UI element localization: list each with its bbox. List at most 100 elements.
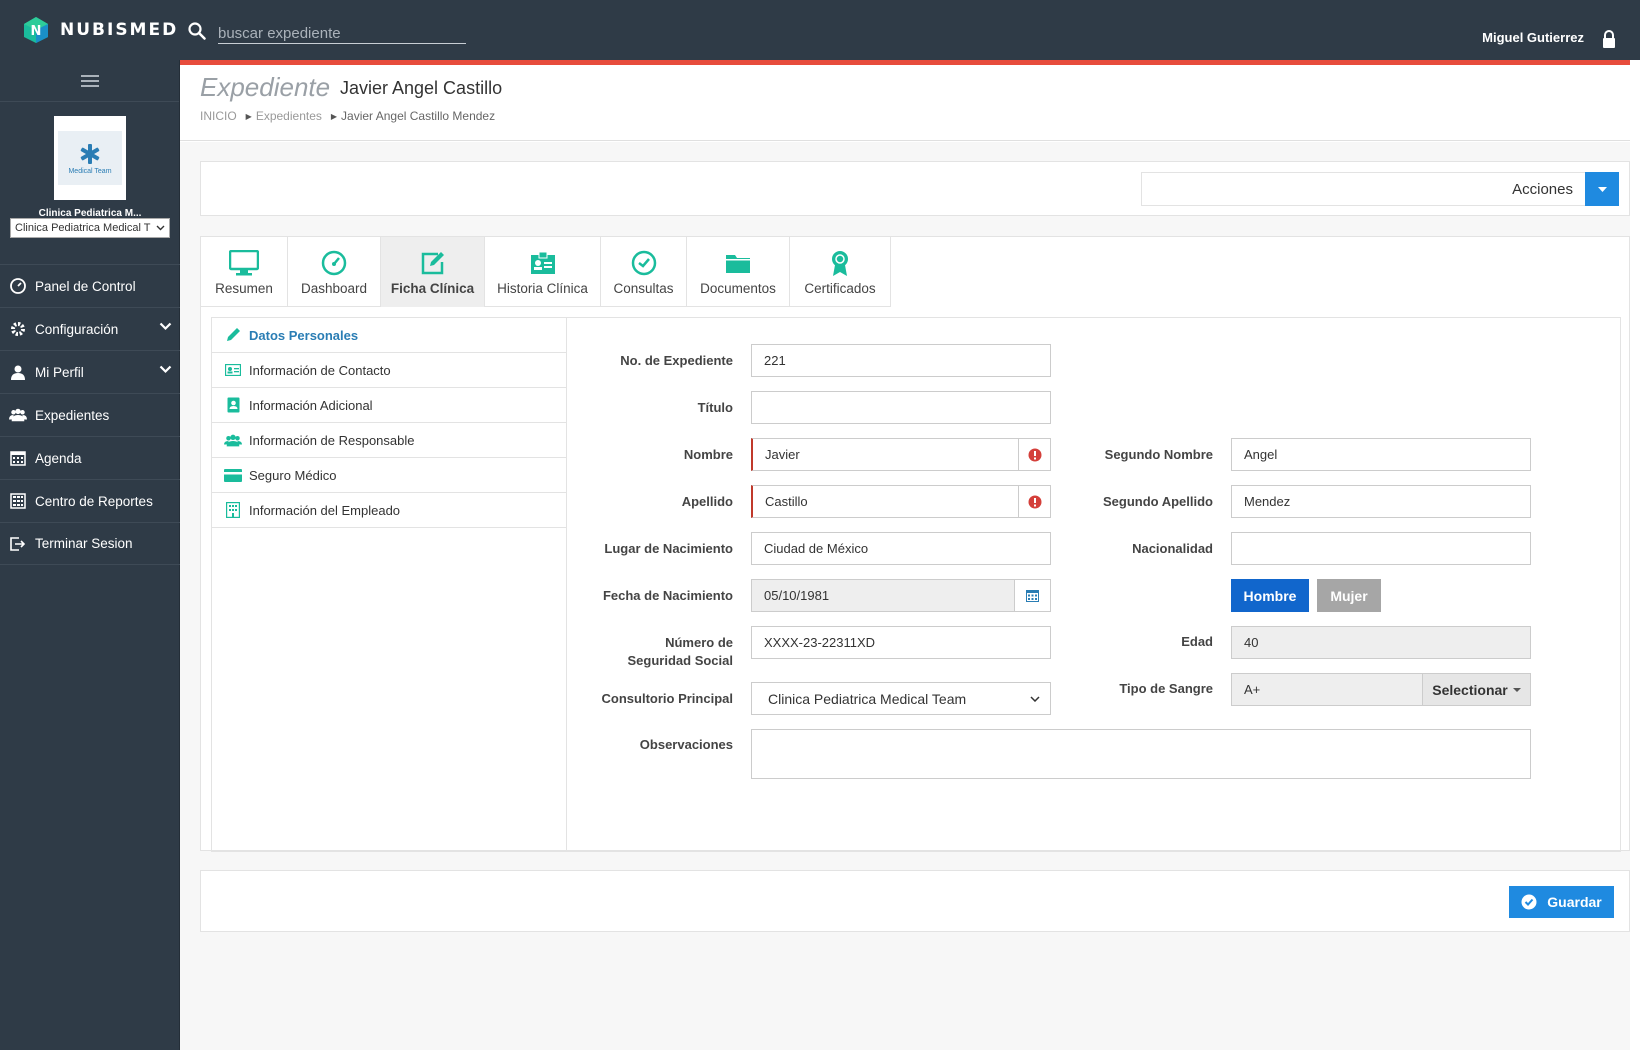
- expediente-input[interactable]: 221: [751, 344, 1051, 377]
- tab-documentos[interactable]: Documentos: [687, 237, 790, 307]
- caret-down-icon: [1597, 186, 1607, 192]
- users-icon: [9, 406, 27, 424]
- section-label: Seguro Médico: [249, 467, 337, 483]
- tab-dashboard[interactable]: Dashboard: [288, 237, 381, 307]
- observaciones-label: Observaciones: [639, 737, 733, 752]
- contact-card-icon: [224, 364, 242, 376]
- tab-consultas[interactable]: Consultas: [601, 237, 687, 307]
- observaciones-textarea[interactable]: [751, 729, 1531, 779]
- monitor-icon: [229, 249, 259, 277]
- sangre-select-button[interactable]: Selectionar: [1423, 673, 1531, 706]
- sangre-label: Tipo de Sangre: [1119, 681, 1213, 696]
- titulo-label: Título: [697, 400, 733, 415]
- page-title: Javier Angel Castillo: [340, 78, 503, 98]
- fecha-nacimiento-input[interactable]: 05/10/1981: [751, 579, 1015, 612]
- logo-hex-icon: N: [24, 17, 48, 43]
- gender-hombre-button[interactable]: Hombre: [1231, 579, 1309, 612]
- clinic-logo-text: Medical Team: [68, 167, 112, 175]
- nombre-required-indicator: [1019, 438, 1051, 471]
- section-label: Información del Empleado: [249, 502, 401, 518]
- save-label: Guardar: [1547, 894, 1602, 910]
- nss-input[interactable]: XXXX-23-22311XD: [751, 626, 1051, 659]
- consultorio-label: Consultorio Principal: [601, 691, 733, 706]
- search-icon[interactable]: [188, 22, 206, 40]
- section-informacion-adicional[interactable]: Información Adicional: [212, 388, 566, 423]
- segundo-nombre-label: Segundo Nombre: [1104, 447, 1213, 462]
- id-card-icon: [530, 249, 556, 277]
- section-informacion-del-empleado[interactable]: Información del Empleado: [212, 493, 566, 528]
- section-informacion-de-contacto[interactable]: Información de Contacto: [212, 353, 566, 388]
- chevron-down-icon: [1030, 695, 1040, 702]
- lock-icon[interactable]: [1602, 30, 1616, 48]
- nacionalidad-input[interactable]: [1231, 532, 1531, 565]
- top-bar: N NUBISMED Miguel Gutierrez: [0, 0, 1640, 60]
- actions-bar: Acciones: [200, 161, 1630, 216]
- record-tabs: Resumen Dashboard Ficha Clínica Historia…: [201, 237, 891, 307]
- exclamation-circle-icon: [1028, 448, 1041, 461]
- segundo-apellido-input[interactable]: Mendez: [1231, 485, 1531, 518]
- nombre-input[interactable]: Javier: [751, 438, 1019, 471]
- caret-right-icon: ▶: [245, 111, 252, 121]
- tab-historia-clinica[interactable]: Historia Clínica: [485, 237, 601, 307]
- lugar-nacimiento-label: Lugar de Nacimiento: [604, 541, 733, 556]
- app-logo[interactable]: N NUBISMED: [22, 16, 178, 44]
- sangre-select-label: Selectionar: [1432, 681, 1508, 698]
- breadcrumb-expedientes[interactable]: Expedientes: [256, 109, 322, 123]
- apellido-required-indicator: [1019, 485, 1051, 518]
- tab-certificados[interactable]: Certificados: [790, 237, 891, 307]
- sidebar: Medical Team Clinica Pediatrica M... Cli…: [0, 60, 180, 1050]
- tab-label: Consultas: [613, 281, 674, 296]
- record-card: Resumen Dashboard Ficha Clínica Historia…: [200, 236, 1630, 852]
- section-datos-personales[interactable]: Datos Personales: [212, 318, 566, 353]
- titulo-input[interactable]: [751, 391, 1051, 424]
- lugar-nacimiento-input[interactable]: Ciudad de México: [751, 532, 1051, 565]
- tab-label: Ficha Clínica: [390, 281, 475, 296]
- nss-label: Número de Seguridad Social: [583, 634, 733, 670]
- sidebar-item-label: Centro de Reportes: [35, 493, 153, 509]
- sidebar-item-panel-de-control[interactable]: Panel de Control: [0, 264, 180, 307]
- consultorio-select[interactable]: Clinica Pediatrica Medical Team: [751, 682, 1051, 715]
- section-informacion-de-responsable[interactable]: Información de Responsable: [212, 423, 566, 458]
- save-button[interactable]: Guardar: [1509, 886, 1614, 918]
- clinic-select[interactable]: Clinica Pediatrica Medical T: [10, 218, 170, 238]
- nombre-label: Nombre: [683, 447, 733, 462]
- breadcrumb-home[interactable]: INICIO: [200, 109, 237, 123]
- tab-label: Historia Clínica: [497, 281, 588, 296]
- actions-dropdown[interactable]: Acciones: [1141, 172, 1619, 206]
- users-icon: [224, 433, 242, 448]
- segundo-nombre-input[interactable]: Angel: [1231, 438, 1531, 471]
- fecha-nacimiento-label: Fecha de Nacimiento: [602, 588, 733, 603]
- edit-icon: [420, 249, 446, 277]
- sidebar-item-centro-de-reportes[interactable]: Centro de Reportes: [0, 479, 180, 522]
- actions-toggle-button[interactable]: [1585, 172, 1619, 206]
- sidebar-item-mi-perfil[interactable]: Mi Perfil: [0, 350, 180, 393]
- date-picker-button[interactable]: [1015, 579, 1051, 612]
- section-seguro-medico[interactable]: Seguro Médico: [212, 458, 566, 493]
- apellido-input[interactable]: Castillo: [751, 485, 1019, 518]
- address-book-icon: [224, 397, 242, 413]
- menu-toggle-button[interactable]: [0, 60, 179, 102]
- nacionalidad-label: Nacionalidad: [1132, 541, 1213, 556]
- page-section-title: Expediente: [200, 72, 331, 102]
- sidebar-item-agenda[interactable]: Agenda: [0, 436, 180, 479]
- sidebar-item-terminar-sesion[interactable]: Terminar Sesion: [0, 522, 180, 565]
- user-name[interactable]: Miguel Gutierrez: [1482, 30, 1584, 45]
- sidebar-item-configuracion[interactable]: Configuración: [0, 307, 180, 350]
- segundo-apellido-label: Segundo Apellido: [1102, 494, 1213, 509]
- sidebar-item-label: Configuración: [35, 321, 119, 337]
- actions-label[interactable]: Acciones: [1141, 172, 1585, 206]
- search-input[interactable]: [218, 18, 466, 44]
- gender-mujer-button[interactable]: Mujer: [1317, 579, 1381, 612]
- record-sections-nav: Datos Personales Información de Contacto…: [211, 317, 567, 852]
- tab-resumen[interactable]: Resumen: [201, 237, 288, 307]
- credit-card-icon: [224, 468, 242, 482]
- edad-input: 40: [1231, 626, 1531, 659]
- building-icon: [224, 502, 242, 518]
- sidebar-item-expedientes[interactable]: Expedientes: [0, 393, 180, 436]
- tab-ficha-clinica[interactable]: Ficha Clínica: [381, 237, 485, 307]
- sidebar-item-label: Terminar Sesion: [35, 536, 133, 551]
- calendar-icon: [1026, 590, 1039, 602]
- clinic-select-value: Clinica Pediatrica Medical T: [15, 222, 151, 234]
- nss-label-line1: Número de: [665, 635, 733, 650]
- personal-data-form: No. de Expediente 221 Título Nombre Javi…: [567, 317, 1621, 852]
